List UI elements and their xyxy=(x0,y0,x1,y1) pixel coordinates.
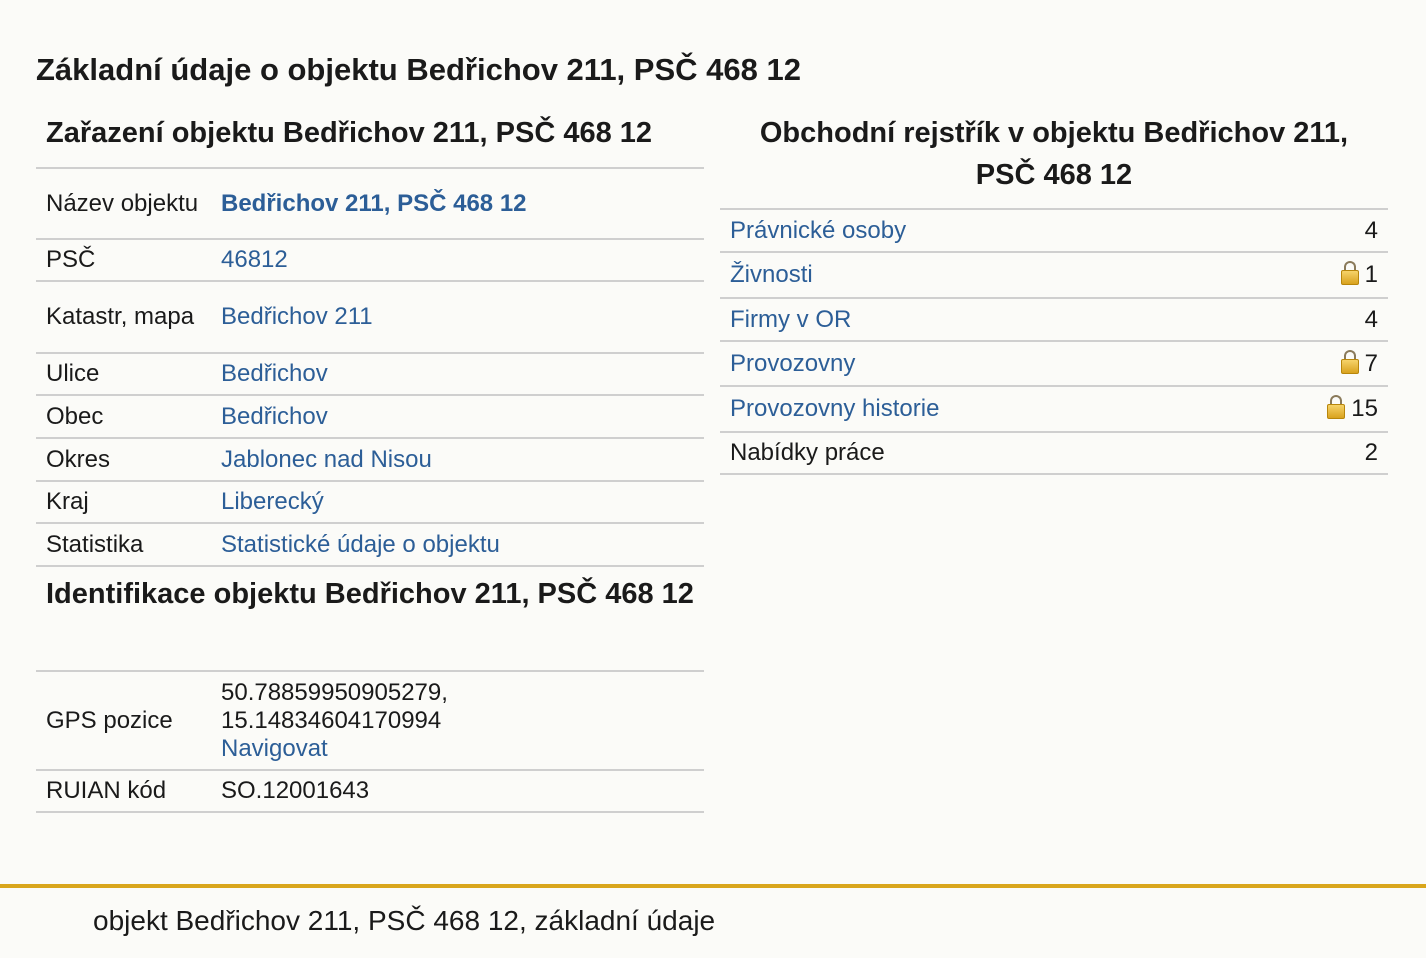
table-row: Kraj Liberecký xyxy=(36,481,704,524)
gps-label: GPS pozice xyxy=(36,672,211,771)
companies-count: 4 xyxy=(1230,298,1388,342)
row-label: Katastr, mapa xyxy=(36,281,211,354)
premises-history-link[interactable]: Provozovny historie xyxy=(730,395,939,422)
gps-longitude: 15.14834604170994 xyxy=(221,706,442,734)
premises-history-count: 15 xyxy=(1351,395,1378,422)
job-offers-label: Nabídky práce xyxy=(720,432,1231,475)
trades-count: 1 xyxy=(1364,261,1378,288)
job-offers-count: 2 xyxy=(1230,432,1388,475)
lock-icon xyxy=(1340,349,1359,374)
companies-link[interactable]: Firmy v OR xyxy=(730,306,851,333)
lock-icon xyxy=(1327,395,1346,419)
registry-heading: Obchodní rejstřík v objektu Bedřichov 21… xyxy=(720,112,1388,210)
cadastre-link[interactable]: Bedřichov 211 xyxy=(221,303,373,330)
row-label: PSČ xyxy=(36,239,211,282)
identification-heading-text: Identifikace objektu Bedřichov 211, PSČ … xyxy=(46,578,694,610)
navigate-link[interactable]: Navigovat xyxy=(221,735,328,762)
psc-link[interactable]: 46812 xyxy=(221,246,288,273)
object-name-link[interactable]: Bedřichov 211, PSČ 468 12 xyxy=(221,190,527,217)
table-row: Provozovny 7 xyxy=(720,341,1388,387)
legal-entities-link[interactable]: Právnické osoby xyxy=(730,217,906,244)
row-label: Kraj xyxy=(36,481,211,524)
row-label: Obec xyxy=(36,395,211,439)
table-row: Živnosti 1 xyxy=(720,252,1388,299)
registry-heading-text: Obchodní rejstřík v objektu Bedřichov 21… xyxy=(759,117,1349,191)
premises-count: 7 xyxy=(1364,349,1378,377)
table-row: GPS pozice 50.78859950905279, 15.1483460… xyxy=(36,672,704,771)
district-link[interactable]: Jablonec nad Nisou xyxy=(221,446,432,473)
table-row: RUIAN kód SO.12001643 xyxy=(36,770,704,813)
classification-panel: Zařazení objektu Bedřichov 211, PSČ 468 … xyxy=(36,112,704,813)
identification-table: GPS pozice 50.78859950905279, 15.1483460… xyxy=(36,672,704,813)
row-label: Název objektu xyxy=(36,169,211,240)
page-title: Základní údaje o objektu Bedřichov 211, … xyxy=(36,52,801,87)
table-row: Katastr, mapa Bedřichov 211 xyxy=(36,281,704,354)
municipality-link[interactable]: Bedřichov xyxy=(221,403,328,430)
footer-divider xyxy=(0,884,1426,888)
table-row: Statistika Statistické údaje o objektu xyxy=(36,523,704,567)
ruian-label: RUIAN kód xyxy=(36,770,211,813)
trades-link[interactable]: Živnosti xyxy=(730,261,813,288)
table-row: Obec Bedřichov xyxy=(36,395,704,439)
registry-table: Právnické osoby 4 Živnosti 1 Firmy v OR … xyxy=(720,210,1388,475)
table-row: Okres Jablonec nad Nisou xyxy=(36,438,704,482)
premises-link[interactable]: Provozovny xyxy=(730,350,855,377)
table-row: Firmy v OR 4 xyxy=(720,298,1388,342)
region-link[interactable]: Liberecký xyxy=(221,488,324,515)
legal-entities-count: 4 xyxy=(1230,210,1388,253)
ruian-value: SO.12001643 xyxy=(211,770,704,813)
registry-panel: Obchodní rejstřík v objektu Bedřichov 21… xyxy=(720,112,1388,475)
page: Základní údaje o objektu Bedřichov 211, … xyxy=(0,0,1426,958)
row-label: Statistika xyxy=(36,523,211,567)
footer-text: objekt Bedřichov 211, PSČ 468 12, základ… xyxy=(93,905,716,936)
table-row: Název objektu Bedřichov 211, PSČ 468 12 xyxy=(36,169,704,240)
table-row: Nabídky práce 2 xyxy=(720,432,1388,475)
identification-heading: Identifikace objektu Bedřichov 211, PSČ … xyxy=(36,567,704,672)
row-label: Okres xyxy=(36,438,211,482)
table-row: PSČ 46812 xyxy=(36,239,704,282)
table-row: Právnické osoby 4 xyxy=(720,210,1388,253)
table-row: Provozovny historie 15 xyxy=(720,386,1388,433)
gps-latitude: 50.78859950905279, xyxy=(221,678,448,706)
statistics-link[interactable]: Statistické údaje o objektu xyxy=(221,531,500,558)
street-link[interactable]: Bedřichov xyxy=(221,360,328,387)
row-label: Ulice xyxy=(36,353,211,396)
classification-heading: Zařazení objektu Bedřichov 211, PSČ 468 … xyxy=(36,112,704,169)
lock-icon xyxy=(1340,261,1359,285)
classification-table: Název objektu Bedřichov 211, PSČ 468 12 … xyxy=(36,169,704,567)
table-row: Ulice Bedřichov xyxy=(36,353,704,396)
